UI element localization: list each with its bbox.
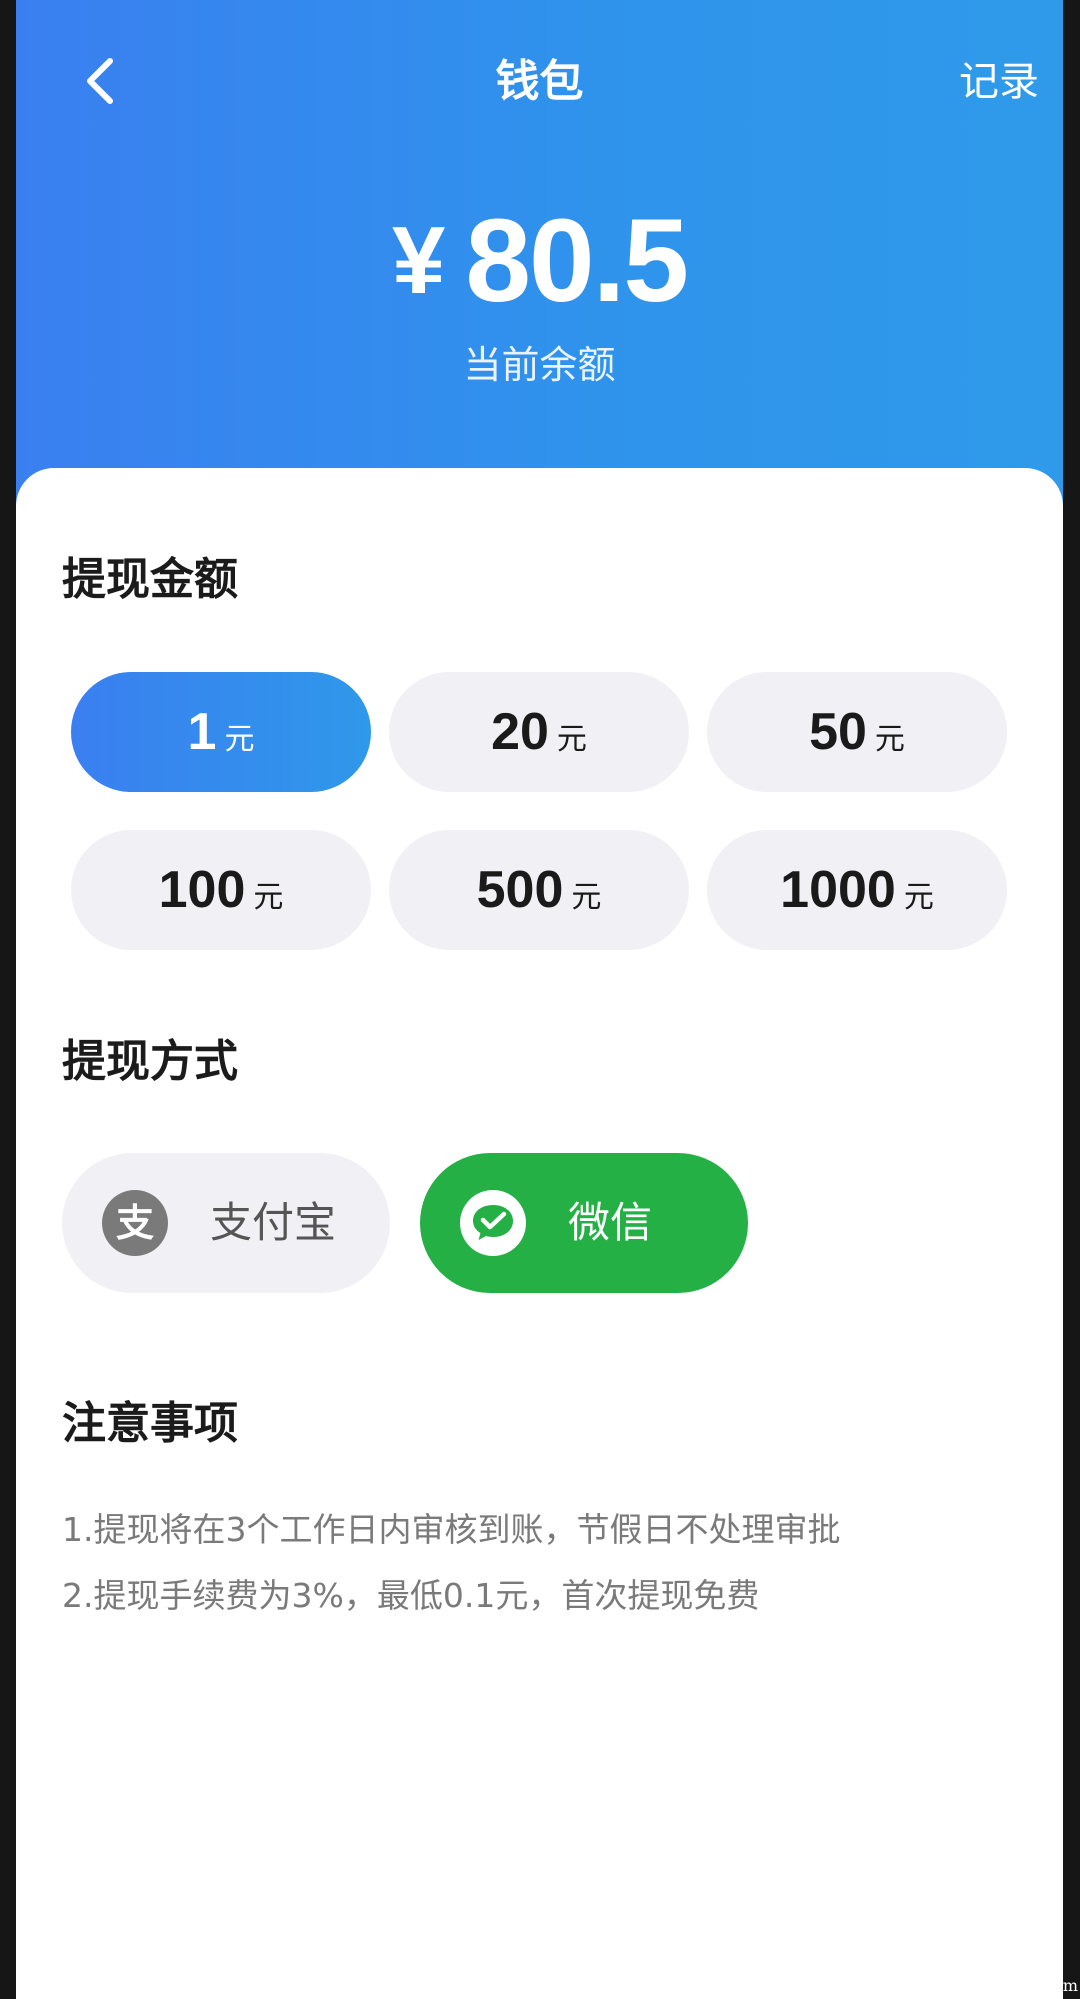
balance-label: 当前余额 bbox=[463, 343, 616, 387]
note-line-1: 1.提现将在3个工作日内审核到账，节假日不处理审批 bbox=[62, 1510, 841, 1549]
amount-unit: 元 bbox=[253, 880, 284, 915]
amount-unit: 元 bbox=[224, 722, 255, 757]
amount-option-1000[interactable]: 1000 元 bbox=[707, 830, 1007, 950]
amount-option-100[interactable]: 100 元 bbox=[71, 830, 371, 950]
balance-value: 80.5 bbox=[465, 195, 689, 327]
record-link[interactable]: 记录 bbox=[959, 54, 1039, 110]
amount-unit: 元 bbox=[903, 880, 934, 915]
wechat-icon bbox=[460, 1190, 526, 1256]
wechat-label: 微信 bbox=[568, 1198, 653, 1247]
amount-option-500[interactable]: 500 元 bbox=[389, 830, 689, 950]
notes-title: 注意事项 bbox=[62, 1398, 238, 1449]
wallet-screen: 钱包 记录 ¥80.5 当前余额 提现金额 1 元 20 元 50 元 100 … bbox=[16, 0, 1063, 1999]
amount-value: 50 bbox=[809, 703, 867, 761]
amount-option-50[interactable]: 50 元 bbox=[707, 672, 1007, 792]
amount-value: 500 bbox=[476, 861, 564, 919]
amount-value: 20 bbox=[491, 703, 549, 761]
amount-unit: 元 bbox=[571, 880, 602, 915]
alipay-option[interactable]: 支 支付宝 bbox=[62, 1153, 390, 1293]
wallet-header: 钱包 记录 ¥80.5 当前余额 bbox=[16, 0, 1063, 520]
balance-amount: ¥80.5 bbox=[16, 196, 1063, 326]
wechat-option[interactable]: 微信 bbox=[420, 1153, 748, 1293]
alipay-label: 支付宝 bbox=[210, 1198, 337, 1247]
alipay-icon: 支 bbox=[102, 1190, 168, 1256]
amount-value: 1 bbox=[187, 703, 217, 761]
withdraw-method-title: 提现方式 bbox=[62, 1036, 238, 1087]
amount-option-20[interactable]: 20 元 bbox=[389, 672, 689, 792]
corner-mark: m bbox=[1062, 1976, 1078, 1995]
amount-unit: 元 bbox=[556, 722, 587, 757]
currency-symbol: ¥ bbox=[391, 207, 446, 314]
page-title: 钱包 bbox=[495, 56, 584, 107]
amount-option-1[interactable]: 1 元 bbox=[71, 672, 371, 792]
right-edge-strip: m bbox=[1063, 0, 1080, 1999]
note-line-2: 2.提现手续费为3%，最低0.1元，首次提现免费 bbox=[62, 1576, 760, 1615]
amount-value: 1000 bbox=[780, 861, 896, 919]
amount-unit: 元 bbox=[874, 722, 905, 757]
withdraw-card: 提现金额 1 元 20 元 50 元 100 元 500 元 1000 元 提现… bbox=[16, 468, 1063, 1999]
withdraw-amount-title: 提现金额 bbox=[62, 554, 238, 605]
amount-value: 100 bbox=[158, 861, 246, 919]
